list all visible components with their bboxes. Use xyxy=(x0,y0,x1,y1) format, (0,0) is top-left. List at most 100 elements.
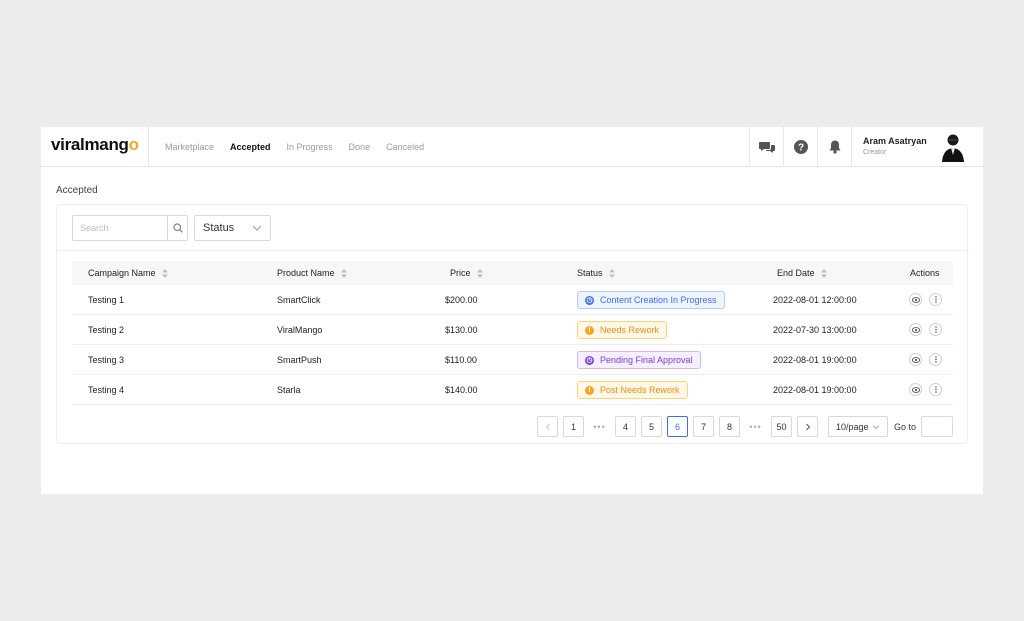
logo-accent: o xyxy=(128,135,139,154)
status-badge: ! Post Needs Rework xyxy=(577,381,688,399)
view-button[interactable] xyxy=(909,293,922,306)
help-button[interactable]: ? xyxy=(783,127,817,167)
svg-text:?: ? xyxy=(797,143,803,154)
product-name: SmartPush xyxy=(277,355,322,365)
campaign-name: Testing 3 xyxy=(88,355,125,365)
more-vertical-icon xyxy=(934,326,937,333)
column-header-actions: Actions xyxy=(910,268,940,278)
user-menu[interactable]: Aram Asatryan Creator xyxy=(851,127,983,167)
nav-marketplace[interactable]: Marketplace xyxy=(165,142,214,152)
logo[interactable]: viralmango xyxy=(51,135,139,155)
page-title: Accepted xyxy=(56,185,98,196)
sort-icon xyxy=(820,268,827,278)
end-date: 2022-08-01 12:00:00 xyxy=(773,295,857,305)
search-icon xyxy=(172,223,183,233)
table-row: Testing 3 SmartPush $110.00 ◷ Pending Fi… xyxy=(72,345,953,375)
column-header-price[interactable]: Price xyxy=(450,261,483,285)
status-cell: ! Needs Rework xyxy=(577,315,668,345)
campaign-name: Testing 4 xyxy=(88,385,125,395)
chevron-right-icon xyxy=(805,423,810,430)
status-cell: ◷ Pending Final Approval xyxy=(577,345,701,375)
status-badge: ◷ Pending Final Approval xyxy=(577,351,701,369)
campaign-name: Testing 2 xyxy=(88,325,125,335)
page-size-select[interactable]: 10/page xyxy=(828,416,888,437)
table-row: Testing 4 Starla $140.00 ! Post Needs Re… xyxy=(72,375,953,405)
goto-label: Go to xyxy=(894,421,917,432)
product-name: ViralMango xyxy=(277,325,323,335)
sort-icon xyxy=(608,268,615,278)
page-button[interactable]: 8 xyxy=(719,416,740,437)
alert-icon: ! xyxy=(585,325,594,335)
view-button[interactable] xyxy=(909,353,922,366)
price: $140.00 xyxy=(445,385,478,395)
page-button[interactable]: 1 xyxy=(563,416,584,437)
user-name: Aram Asatryan xyxy=(863,136,927,146)
notifications-button[interactable] xyxy=(817,127,851,167)
table-row: Testing 1 SmartClick $200.00 ◷ Content C… xyxy=(72,285,953,315)
filter-bar: Status xyxy=(57,205,969,251)
app-window: viralmango Marketplace Accepted In Progr… xyxy=(41,127,983,494)
column-header-end-date[interactable]: End Date xyxy=(777,261,827,285)
avatar xyxy=(942,134,964,162)
sort-icon xyxy=(340,268,347,278)
search-button[interactable] xyxy=(167,216,187,240)
status-badge: ◷ Content Creation In Progress xyxy=(577,291,725,309)
prev-page-button[interactable] xyxy=(537,416,558,437)
goto-page-input[interactable] xyxy=(921,416,953,437)
page-button[interactable]: 4 xyxy=(615,416,636,437)
column-header-status[interactable]: Status xyxy=(577,261,615,285)
campaign-name: Testing 1 xyxy=(88,295,125,305)
pagination: 1 ••• 4 5 6 7 8 ••• 50 10/page Go to xyxy=(57,416,969,437)
end-date: 2022-08-01 19:00:00 xyxy=(773,355,857,365)
main-nav: Marketplace Accepted In Progress Done Ca… xyxy=(165,127,424,167)
chat-icon xyxy=(758,141,775,153)
price: $130.00 xyxy=(445,325,478,335)
nav-done[interactable]: Done xyxy=(349,142,371,152)
page-button[interactable]: 5 xyxy=(641,416,662,437)
clock-icon: ◷ xyxy=(585,295,594,305)
alert-icon: ! xyxy=(585,385,594,395)
divider xyxy=(148,127,149,167)
status-badge: ! Needs Rework xyxy=(577,321,668,339)
chat-button[interactable] xyxy=(749,127,783,167)
more-button[interactable] xyxy=(929,353,942,366)
view-button[interactable] xyxy=(909,323,922,336)
eye-icon xyxy=(911,356,920,363)
eye-icon xyxy=(911,326,920,333)
product-name: Starla xyxy=(277,385,301,395)
column-header-product[interactable]: Product Name xyxy=(277,261,347,285)
page-button[interactable]: 50 xyxy=(771,416,792,437)
nav-canceled[interactable]: Canceled xyxy=(386,142,424,152)
price: $200.00 xyxy=(445,295,478,305)
content-card: Status Campaign Name Product Name Price … xyxy=(56,204,969,444)
help-icon: ? xyxy=(793,140,808,154)
more-button[interactable] xyxy=(929,323,942,336)
bell-icon xyxy=(829,140,840,154)
view-button[interactable] xyxy=(909,383,922,396)
page-ellipsis[interactable]: ••• xyxy=(589,416,610,437)
more-button[interactable] xyxy=(929,293,942,306)
logo-text: viralmang xyxy=(51,135,129,154)
sort-icon xyxy=(161,268,168,278)
chevron-down-icon xyxy=(872,425,880,430)
nav-in-progress[interactable]: In Progress xyxy=(287,142,333,152)
eye-icon xyxy=(911,386,920,393)
status-cell: ◷ Content Creation In Progress xyxy=(577,285,725,315)
chevron-left-icon xyxy=(545,423,550,430)
column-header-campaign[interactable]: Campaign Name xyxy=(88,261,168,285)
page-ellipsis[interactable]: ••• xyxy=(745,416,766,437)
page-button-current[interactable]: 6 xyxy=(667,416,688,437)
more-vertical-icon xyxy=(934,296,937,303)
page-button[interactable]: 7 xyxy=(693,416,714,437)
search-input[interactable] xyxy=(73,216,167,240)
more-button[interactable] xyxy=(929,383,942,396)
nav-accepted[interactable]: Accepted xyxy=(230,142,271,152)
table-header: Campaign Name Product Name Price Status … xyxy=(72,261,953,285)
more-vertical-icon xyxy=(934,386,937,393)
chevron-down-icon xyxy=(252,225,262,231)
end-date: 2022-08-01 19:00:00 xyxy=(773,385,857,395)
status-filter-select[interactable]: Status xyxy=(194,215,271,241)
page-size-label: 10/page xyxy=(836,421,869,432)
next-page-button[interactable] xyxy=(797,416,818,437)
price: $110.00 xyxy=(445,355,477,365)
